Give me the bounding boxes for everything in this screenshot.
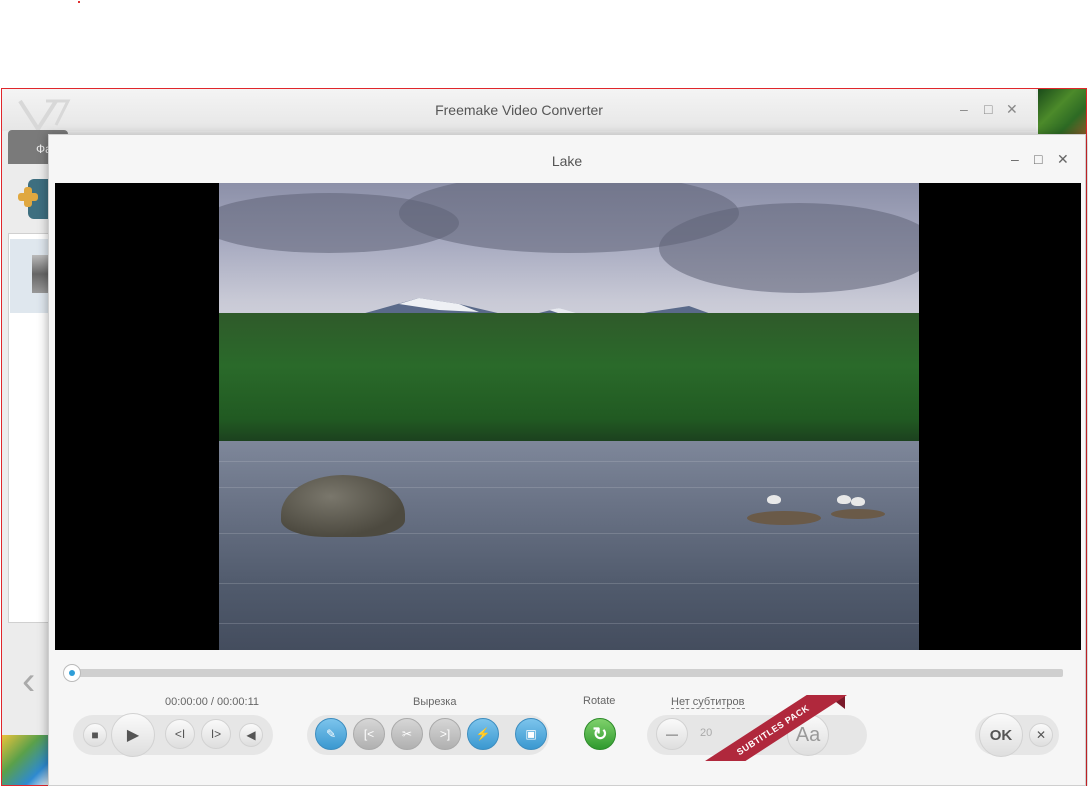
video-frame	[219, 183, 919, 650]
dialog-minimize-button[interactable]: –	[1011, 151, 1019, 167]
preview-button[interactable]: ▣	[515, 718, 547, 750]
play-button[interactable]: ▶	[111, 713, 155, 757]
volume-button[interactable]: ◀	[239, 723, 263, 747]
marker-dot	[78, 1, 80, 3]
stop-button[interactable]: ■	[83, 723, 107, 747]
subtitle-font-button[interactable]: Aa	[787, 714, 829, 756]
video-ripple	[219, 623, 919, 624]
dialog-title: Lake	[551, 153, 583, 169]
cut-button[interactable]: ✂	[391, 718, 423, 750]
chevron-left-icon[interactable]: ‹	[22, 659, 35, 704]
video-stone	[831, 509, 885, 519]
mark-out-button[interactable]: >]	[429, 718, 461, 750]
cancel-button[interactable]: ✕	[1029, 723, 1053, 747]
video-stone	[747, 511, 821, 525]
dialog-maximize-button[interactable]: □	[1034, 151, 1042, 167]
background-close-button[interactable]: ✕	[1006, 101, 1018, 118]
background-thumbnail-bottom	[2, 735, 50, 785]
ribbon-fold	[827, 695, 845, 709]
background-thumbnail	[1038, 89, 1086, 135]
video-gull	[851, 497, 865, 506]
cut-label: Вырезка	[413, 696, 457, 708]
video-editor-dialog: Lake – □ ✕ 00:00:00 / 00:00:11 ■ ▶ <I I>…	[48, 134, 1086, 786]
prev-frame-button[interactable]: <I	[165, 719, 195, 749]
video-ripple	[219, 461, 919, 462]
rotate-button[interactable]: ↻	[584, 718, 616, 750]
video-forest	[219, 313, 919, 445]
background-minimize-button[interactable]: –	[960, 101, 968, 117]
video-ripple	[219, 583, 919, 584]
edit-tool-button[interactable]: ⚡	[467, 718, 499, 750]
subtitle-font-size: 20	[700, 727, 713, 739]
video-preview[interactable]	[55, 183, 1081, 650]
background-maximize-button[interactable]: □	[984, 101, 992, 117]
background-window-title: Freemake Video Converter	[435, 102, 603, 118]
seek-handle[interactable]	[63, 664, 81, 682]
video-water	[219, 441, 919, 650]
mark-in-button[interactable]: [<	[353, 718, 385, 750]
time-display: 00:00:00 / 00:00:11	[165, 696, 259, 708]
video-gull	[837, 495, 851, 504]
dialog-close-button[interactable]: ✕	[1057, 151, 1069, 168]
decrease-font-button[interactable]: —	[656, 718, 688, 750]
video-gull	[767, 495, 781, 504]
next-frame-button[interactable]: I>	[201, 719, 231, 749]
seek-bar[interactable]	[69, 669, 1063, 677]
ok-button[interactable]: OK	[979, 713, 1023, 757]
rotate-label: Rotate	[583, 695, 616, 707]
subtitles-link[interactable]: Нет субтитров	[671, 696, 745, 709]
background-titlebar: Freemake Video Converter – □ ✕	[2, 89, 1036, 133]
select-tool-button[interactable]: ✎	[315, 718, 347, 750]
